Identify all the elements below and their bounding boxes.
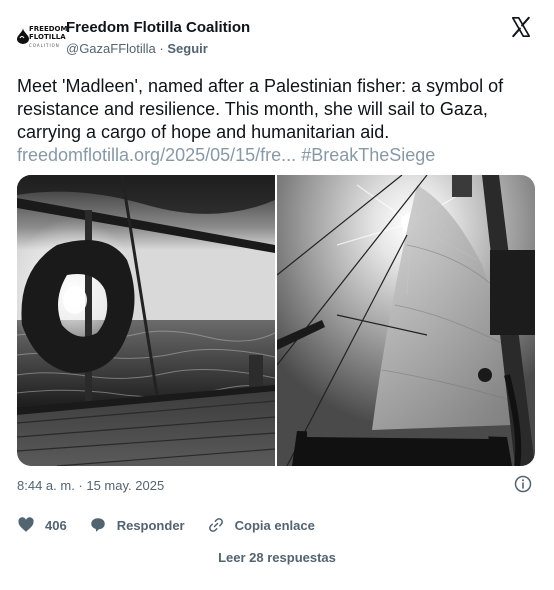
tweet-body: Meet 'Madleen', named after a Palestinia… [17, 75, 537, 167]
follow-button[interactable]: Seguir [167, 41, 207, 56]
handle-separator: · [159, 41, 164, 56]
reply-button[interactable]: Responder [89, 516, 185, 534]
tweet-text: Meet 'Madleen', named after a Palestinia… [17, 76, 504, 142]
photo-life-ring[interactable] [17, 175, 275, 466]
link-icon [208, 518, 223, 532]
tweet-header: FREEDOM FLOTILLA COALITION Freedom Floti… [16, 14, 538, 62]
author-name[interactable]: Freedom Flotilla Coalition [66, 19, 250, 36]
logo-subtext: COALITION [29, 43, 60, 48]
article-link[interactable]: freedomflotilla.org/2025/05/15/fre... [17, 145, 296, 165]
x-logo-icon[interactable] [510, 16, 532, 38]
like-count: 406 [45, 517, 67, 533]
speech-bubble-icon [90, 518, 105, 532]
logo-wordmark: FREEDOM FLOTILLA [29, 25, 68, 41]
media-grid [17, 175, 535, 466]
read-replies-link[interactable]: Leer 28 respuestas [0, 550, 554, 565]
tweet-actions: 406 Responder Copia enlace [17, 514, 337, 536]
info-icon[interactable] [514, 475, 532, 493]
copy-link-button[interactable]: Copia enlace [207, 516, 315, 534]
hashtag-link[interactable]: #BreakTheSiege [301, 145, 435, 165]
drop-icon [17, 28, 29, 44]
like-button[interactable]: 406 [17, 516, 67, 534]
author-handle-row: @GazaFFlotilla · Seguir [66, 41, 208, 56]
reply-label: Responder [116, 517, 185, 533]
tweet-embed: FREEDOM FLOTILLA COALITION Freedom Floti… [0, 0, 554, 590]
author-handle[interactable]: @GazaFFlotilla [66, 41, 156, 56]
photo-sail-and-sun[interactable] [277, 175, 535, 466]
tweet-timestamp[interactable]: 8:44 a. m. · 15 may. 2025 [17, 478, 164, 493]
copy-link-label: Copia enlace [234, 517, 315, 533]
heart-icon [18, 517, 34, 532]
author-avatar[interactable]: FREEDOM FLOTILLA COALITION [16, 22, 67, 50]
